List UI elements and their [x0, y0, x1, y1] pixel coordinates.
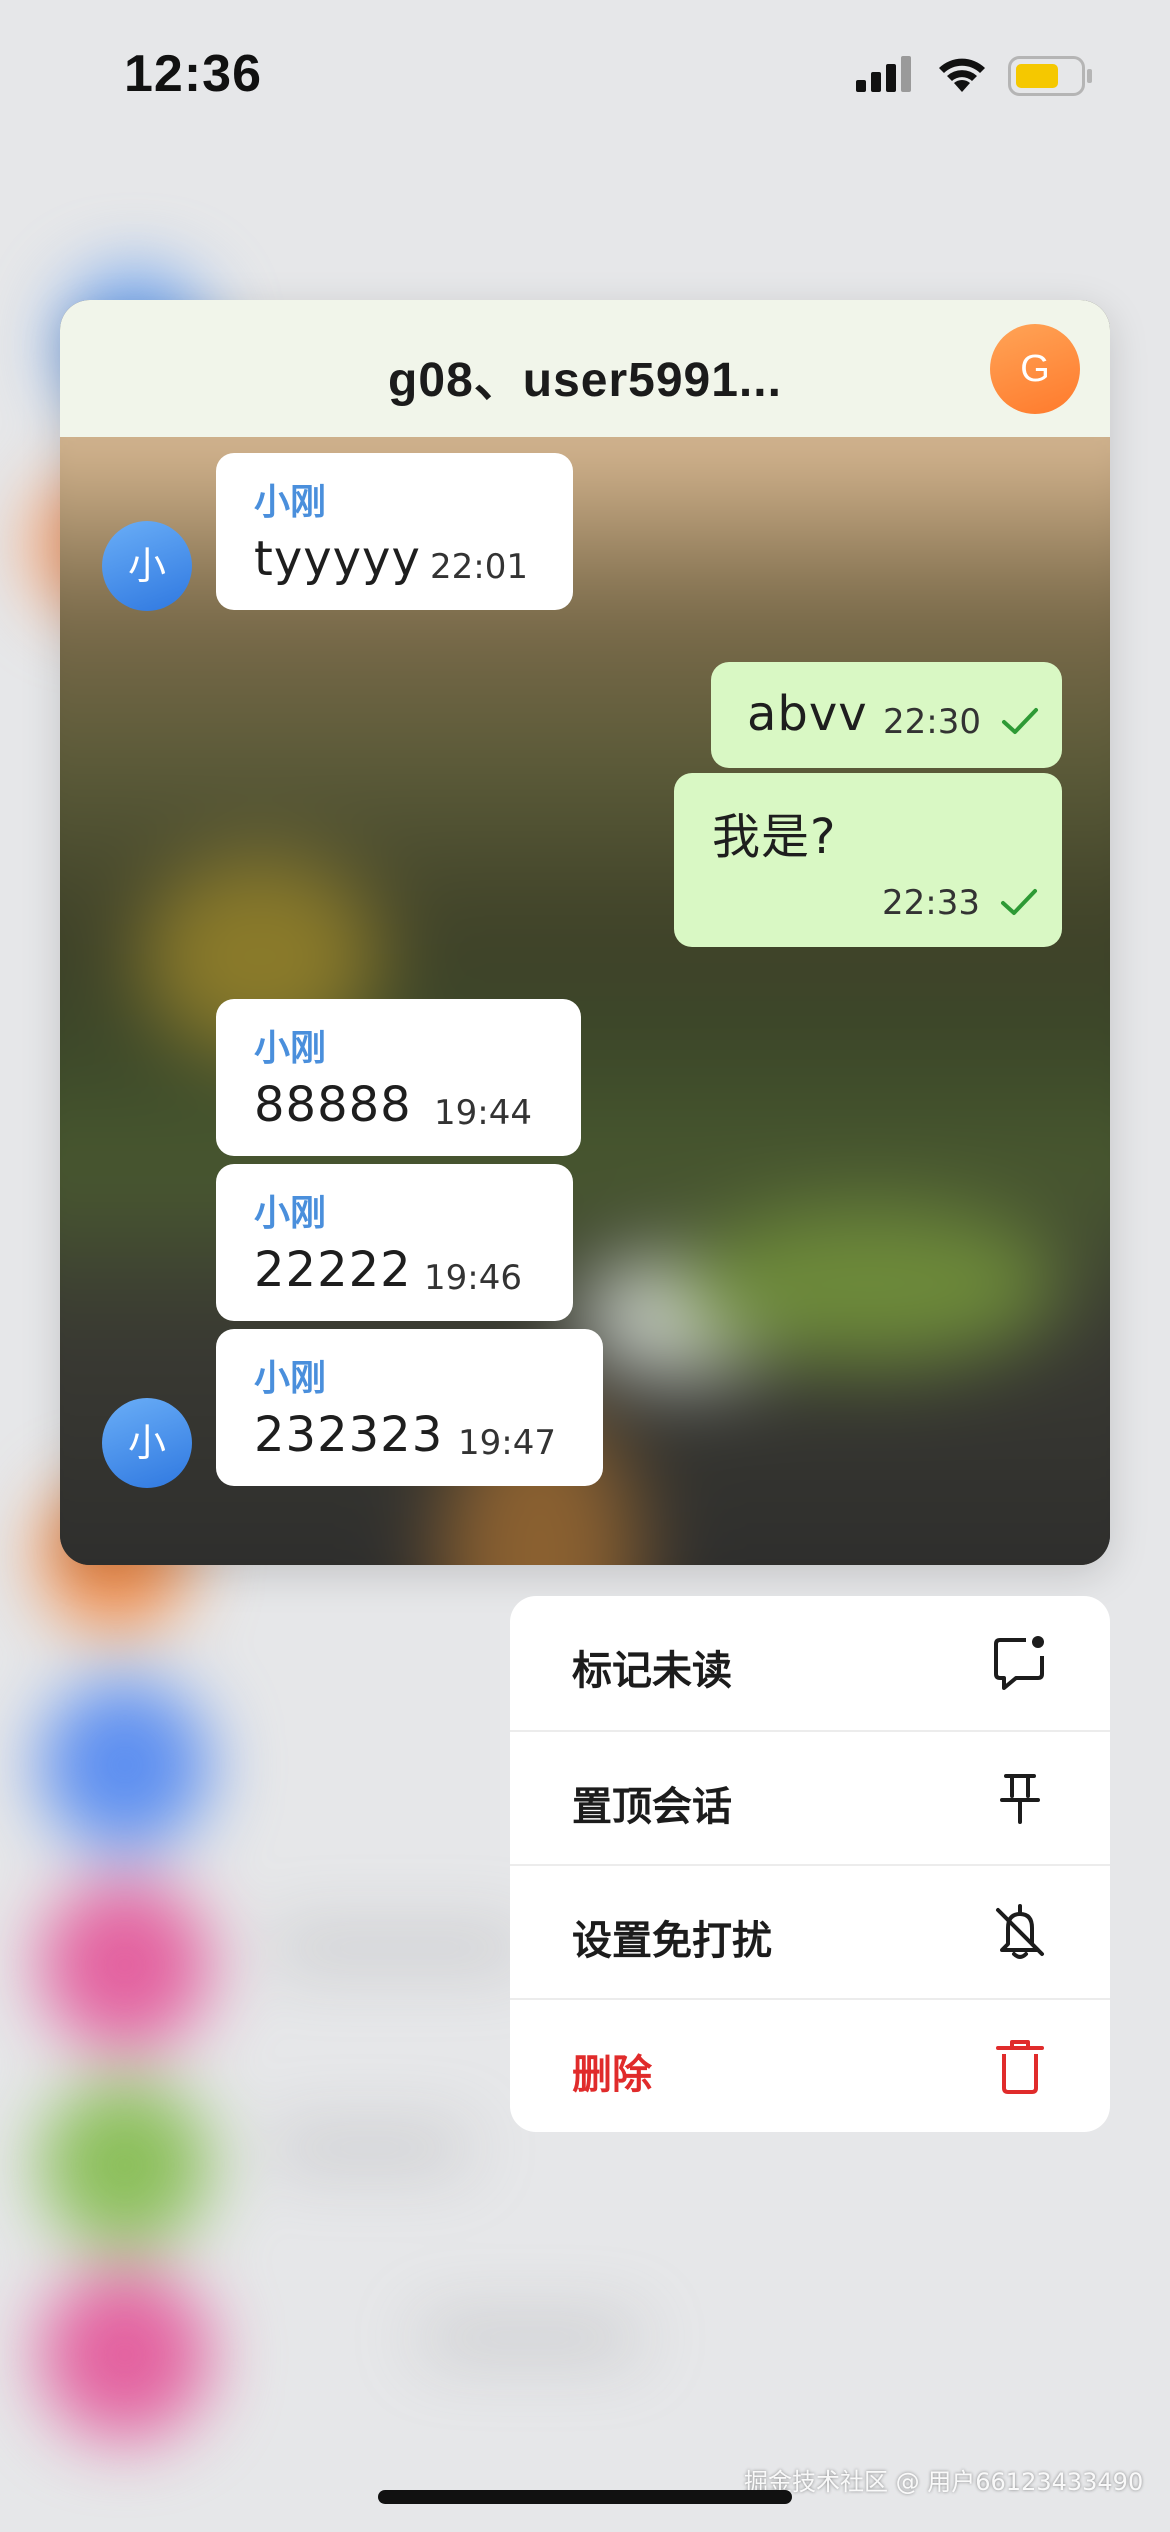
message-bubble-outgoing[interactable]: abvv 22:30: [711, 662, 1062, 768]
menu-item-mute[interactable]: 设置免打扰: [510, 1864, 1110, 1998]
blurred-row-text: [420, 2320, 640, 2356]
chat-header: g08、user5991... G: [60, 300, 1110, 437]
menu-item-pin-chat[interactable]: 置顶会话: [510, 1730, 1110, 1864]
watermark: 掘金技术社区 @ 用户66123433490: [744, 2468, 1144, 2496]
sender-avatar[interactable]: 小: [102, 1398, 192, 1488]
context-menu: 标记未读 置顶会话 设置免打扰 删除: [510, 1596, 1110, 2132]
status-bar: 12:36: [0, 0, 1170, 150]
chat-title: g08、user5991...: [388, 354, 782, 407]
menu-item-mark-unread[interactable]: 标记未读: [510, 1596, 1110, 1730]
blurred-avatar: [40, 2080, 210, 2250]
home-indicator[interactable]: [378, 2490, 792, 2504]
message-text: 我是?: [712, 809, 837, 865]
trash-icon: [996, 2040, 1044, 2094]
message-time: 22:30: [883, 702, 981, 742]
check-icon: [1001, 889, 1037, 915]
pin-icon: [1000, 1774, 1040, 1824]
message-time: 19:47: [458, 1423, 556, 1463]
message-time: 19:44: [434, 1093, 532, 1133]
message-time: 19:46: [424, 1258, 522, 1298]
status-time: 12:36: [124, 45, 262, 103]
message-bubble-incoming[interactable]: 小刚 88888 19:44: [216, 999, 581, 1156]
menu-item-label: 标记未读: [572, 1648, 732, 1694]
message-list: 小刚 tyyyyy 22:01 小 abvv 22:30 我是? 22:33 小…: [60, 437, 1110, 1565]
blurred-avatar: [40, 1680, 210, 1850]
sender-name: 小刚: [254, 482, 327, 523]
cellular-signal-icon: [856, 56, 911, 92]
blurred-avatar: [40, 1880, 210, 2050]
message-time: 22:01: [430, 547, 528, 587]
message-bubble-incoming[interactable]: 小刚 tyyyyy 22:01: [216, 453, 573, 610]
message-bubble-incoming[interactable]: 小刚 232323 19:47: [216, 1329, 603, 1486]
group-avatar: G: [990, 324, 1080, 414]
check-icon: [1002, 708, 1038, 734]
message-text: 232323: [254, 1407, 444, 1463]
message-bubble-incoming[interactable]: 小刚 22222 19:46: [216, 1164, 573, 1321]
menu-item-label: 删除: [572, 2052, 652, 2098]
sender-name: 小刚: [254, 1193, 327, 1234]
menu-item-delete[interactable]: 删除: [510, 1998, 1110, 2132]
message-text: 22222: [254, 1242, 412, 1298]
blurred-row-text: [270, 2130, 470, 2166]
message-text: tyyyyy: [254, 531, 421, 587]
chat-wallpaper: 小刚 tyyyyy 22:01 小 abvv 22:30 我是? 22:33 小…: [60, 437, 1110, 1565]
menu-item-label: 设置免打扰: [572, 1918, 772, 1964]
bell-off-icon: [996, 1904, 1044, 1959]
sender-name: 小刚: [254, 1028, 327, 1069]
message-text: 88888: [254, 1077, 412, 1133]
chat-preview-card[interactable]: g08、user5991... G 小刚 tyyyyy 22:01 小 abvv…: [60, 300, 1110, 1565]
message-bubble-outgoing[interactable]: 我是? 22:33: [674, 773, 1062, 947]
sender-name: 小刚: [254, 1358, 327, 1399]
wifi-icon: [939, 58, 985, 92]
menu-item-label: 置顶会话: [572, 1784, 732, 1830]
message-text: abvv: [747, 686, 868, 742]
mark-unread-icon: [994, 1636, 1044, 1690]
message-time: 22:33: [882, 883, 980, 923]
blurred-avatar: [40, 2270, 210, 2440]
battery-icon: [1008, 56, 1092, 96]
sender-avatar[interactable]: 小: [102, 521, 192, 611]
blurred-row-text: [270, 1930, 530, 1966]
